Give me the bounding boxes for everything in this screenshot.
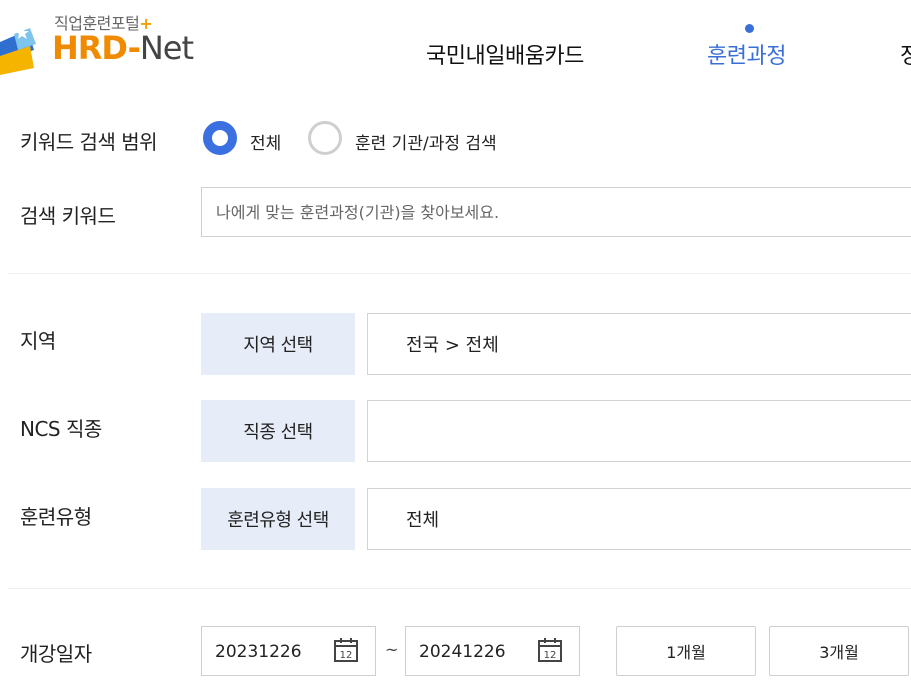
calendar-icon[interactable]: 12 [333,637,359,663]
period-3-month-button[interactable]: 3개월 [769,626,909,676]
search-scope-label: 키워드 검색 범위 [20,130,158,154]
logo-mark-icon [0,26,36,75]
region-value-field[interactable]: 전국 > 전체 [367,313,911,375]
hrd-net-logo[interactable]: 직업훈련포털+ HRD-Net [0,10,230,75]
ncs-label: NCS 직종 [20,417,102,441]
start-date-label: 개강일자 [20,642,92,666]
scope-radio-all-label[interactable]: 전체 [250,129,281,154]
calendar-icon[interactable]: 12 [537,637,563,663]
ncs-select-button[interactable]: 직종 선택 [201,400,355,462]
site-header: 직업훈련포털+ HRD-Net 국민내일배움카드 훈련과정 정 [0,0,911,100]
period-1-month-button[interactable]: 1개월 [616,626,756,676]
logo-wordmark: HRD-Net [52,29,194,67]
start-date-from-value: 20231226 [215,642,302,662]
start-date-to-field[interactable]: 20241226 12 [405,626,580,676]
section-divider [8,588,911,589]
section-divider [8,273,911,274]
nav-active-indicator [745,24,754,33]
start-date-to-value: 20241226 [419,642,506,662]
start-date-from-field[interactable]: 20231226 12 [201,626,376,676]
keyword-label: 검색 키워드 [20,204,116,228]
nav-item-partial[interactable]: 정 [900,38,911,70]
scope-radio-all[interactable] [203,121,237,155]
svg-text:12: 12 [340,650,353,661]
training-type-value-field[interactable]: 전체 [367,488,911,550]
date-range-separator: ~ [385,640,399,659]
training-type-select-button[interactable]: 훈련유형 선택 [201,488,355,550]
nav-item-national-card[interactable]: 국민내일배움카드 [426,38,584,70]
scope-radio-institution[interactable] [308,121,342,155]
scope-radio-institution-label[interactable]: 훈련 기관/과정 검색 [355,129,497,154]
keyword-search-input[interactable] [201,187,911,237]
ncs-value-field[interactable] [367,400,911,462]
region-select-button[interactable]: 지역 선택 [201,313,355,375]
region-label: 지역 [20,329,56,353]
svg-text:12: 12 [544,650,557,661]
training-type-label: 훈련유형 [20,505,92,529]
nav-item-training-course[interactable]: 훈련과정 [707,38,786,70]
